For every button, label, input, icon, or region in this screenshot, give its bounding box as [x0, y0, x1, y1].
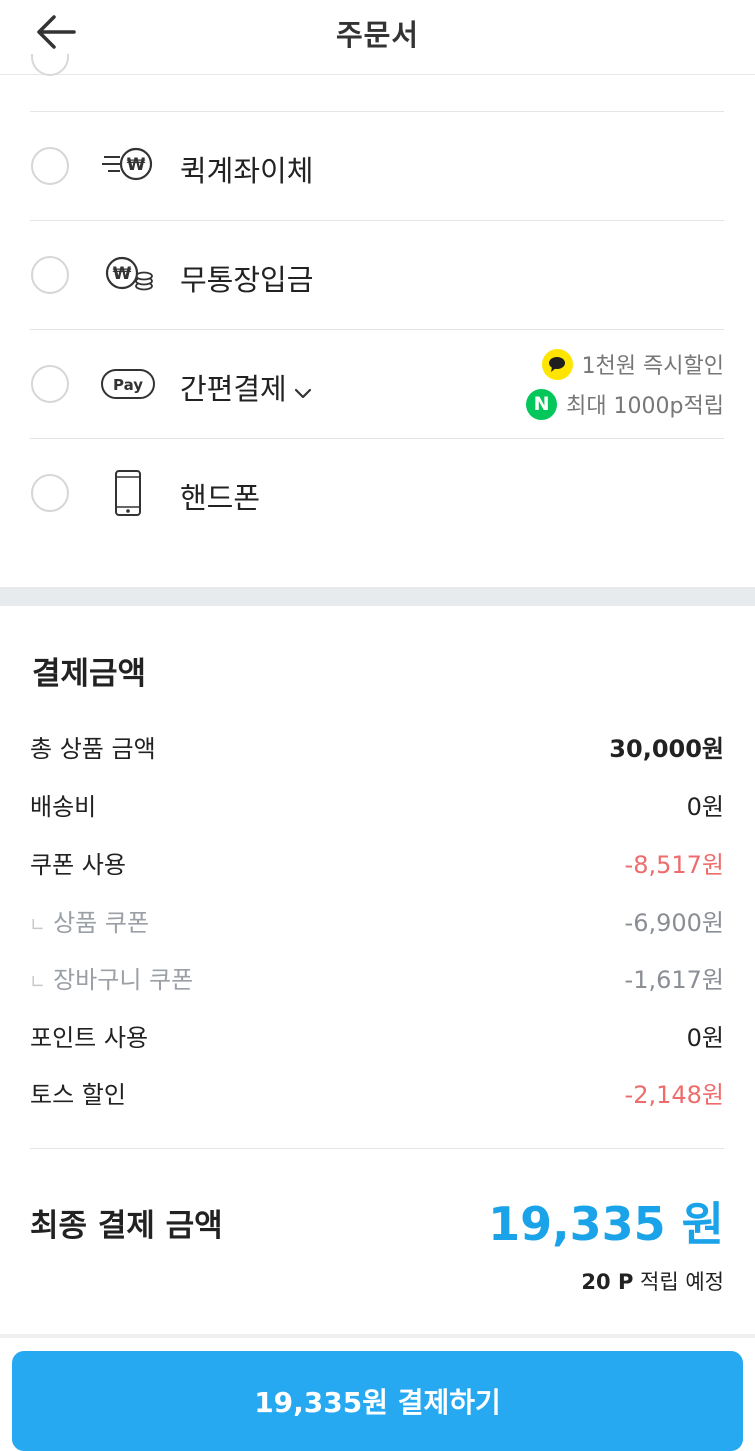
quick-transfer-icon: ₩	[100, 140, 156, 192]
chevron-down-icon[interactable]	[293, 374, 313, 408]
points-amount: 20 P	[581, 1270, 634, 1294]
line-label: 포인트 사용	[30, 1023, 149, 1052]
radio-button[interactable]	[31, 256, 69, 294]
payment-option-bank-deposit[interactable]: ₩ 무통장입금	[30, 220, 724, 329]
summary-line-product-coupon: ∟ 상품 쿠폰 -6,900원	[30, 900, 724, 940]
pay-icon: Pay	[100, 358, 156, 410]
promo-naver: N 최대 1000p적립	[526, 388, 724, 420]
corner-icon: ∟	[30, 971, 46, 993]
radio-button[interactable]	[31, 147, 69, 185]
payment-method-list: ₩ 퀵계좌이체 ₩ 무통장입금 Pay 간편결제 1천원 즉시할인 N 최대 1…	[30, 111, 724, 547]
payment-option-label: 간편결제	[180, 366, 313, 408]
line-value: -6,900원	[624, 908, 724, 937]
summary-line-shipping: 배송비 0원	[30, 784, 724, 824]
promo-text: 1천원 즉시할인	[581, 354, 724, 379]
bottom-separator	[0, 1334, 755, 1338]
svg-text:₩: ₩	[127, 155, 146, 175]
pay-icon-text: Pay	[113, 376, 143, 394]
summary-divider	[30, 1148, 724, 1149]
payment-option-phone[interactable]: 핸드폰	[30, 438, 724, 547]
kakao-talk-icon	[541, 348, 573, 380]
radio-button[interactable]	[31, 474, 69, 512]
points-note: 20 P 적립 예정	[581, 1266, 724, 1296]
payment-option-label: 퀵계좌이체	[180, 154, 314, 188]
payment-option-label: 핸드폰	[180, 481, 261, 515]
points-suffix: 적립 예정	[640, 1270, 724, 1294]
line-value: 0원	[686, 1023, 724, 1052]
header: 주문서	[0, 0, 755, 75]
payment-option-label: 무통장입금	[180, 263, 314, 297]
page-title: 주문서	[335, 18, 420, 52]
bank-deposit-icon: ₩	[100, 249, 156, 301]
summary-line-total-product: 총 상품 금액 30,000원	[30, 726, 724, 766]
line-value: 30,000원	[609, 734, 724, 763]
line-label: 쿠폰 사용	[30, 850, 126, 879]
line-label: 총 상품 금액	[30, 734, 156, 763]
line-value: -2,148원	[624, 1080, 724, 1109]
svg-text:₩: ₩	[113, 264, 132, 284]
summary-line-points: 포인트 사용 0원	[30, 1015, 724, 1055]
summary-line-cart-coupon: ∟ 장바구니 쿠폰 -1,617원	[30, 957, 724, 997]
line-value: -1,617원	[624, 965, 724, 994]
line-label: 상품 쿠폰	[53, 908, 150, 937]
section-divider	[0, 587, 755, 606]
payment-option-easy-pay[interactable]: Pay 간편결제 1천원 즉시할인 N 최대 1000p적립	[30, 329, 724, 438]
line-value: -8,517원	[624, 850, 724, 879]
pay-button[interactable]: 19,335원 결제하기	[12, 1351, 743, 1451]
naver-icon: N	[526, 388, 558, 420]
line-value: 0원	[686, 792, 724, 821]
corner-icon: ∟	[30, 914, 46, 936]
summary-title: 결제금액	[32, 656, 147, 692]
easy-pay-label-text: 간편결제	[180, 372, 287, 406]
final-amount-label: 최종 결제 금액	[30, 1208, 223, 1244]
line-label-wrap: ∟ 상품 쿠폰	[30, 903, 149, 938]
line-label-wrap: ∟ 장바구니 쿠폰	[30, 960, 193, 995]
summary-line-toss-discount: 토스 할인 -2,148원	[30, 1072, 724, 1112]
radio-button[interactable]	[31, 365, 69, 403]
line-label: 장바구니 쿠폰	[53, 965, 194, 994]
line-label: 배송비	[30, 792, 97, 821]
promo-kakao: 1천원 즉시할인	[541, 348, 724, 380]
promo-text: 최대 1000p적립	[566, 394, 724, 419]
phone-icon	[100, 467, 156, 519]
line-label: 토스 할인	[30, 1080, 126, 1109]
final-amount-value: 19,335 원	[488, 1197, 724, 1251]
payment-option-quick-transfer[interactable]: ₩ 퀵계좌이체	[30, 111, 724, 220]
pay-button-label: 19,335원 결제하기	[254, 1386, 501, 1419]
summary-line-coupon: 쿠폰 사용 -8,517원	[30, 842, 724, 882]
